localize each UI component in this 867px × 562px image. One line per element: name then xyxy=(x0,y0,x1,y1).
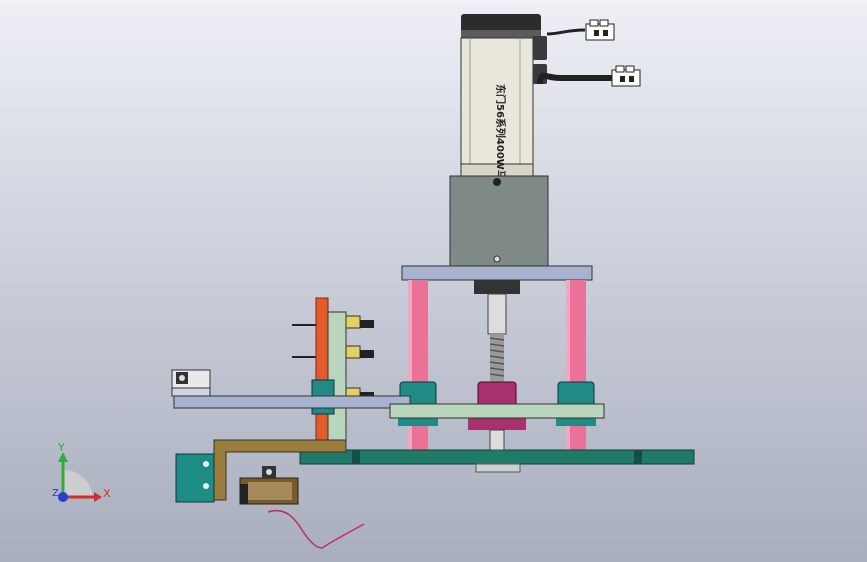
cad-viewport[interactable]: 东门56系列400W马达 Y X Z xyxy=(0,0,867,562)
lead-screw-nut-top[interactable] xyxy=(474,280,520,335)
vertical-green-plate[interactable] xyxy=(327,311,347,443)
middle-plate[interactable] xyxy=(389,403,605,419)
sensor-upper[interactable] xyxy=(345,315,374,329)
axis-label-y: Y xyxy=(58,441,65,454)
lead-screw[interactable] xyxy=(489,334,505,384)
orange-slider-bar[interactable] xyxy=(315,297,329,441)
axis-label-x: X xyxy=(103,487,111,500)
connector-lower[interactable] xyxy=(611,65,641,87)
motor-cable-lower xyxy=(537,72,612,85)
top-plate[interactable] xyxy=(401,265,593,281)
gearbox[interactable] xyxy=(449,175,549,267)
sensor-middle[interactable] xyxy=(345,345,374,359)
horizontal-arm[interactable] xyxy=(173,395,411,409)
motor-cap-band xyxy=(461,30,541,38)
motor-cable-upper xyxy=(546,28,586,36)
connector-upper[interactable] xyxy=(585,19,615,41)
gripper-clamp[interactable] xyxy=(239,466,299,505)
dangling-wire xyxy=(267,509,365,549)
base-plate[interactable] xyxy=(299,449,695,465)
cad-model-drawing[interactable]: 东门56系列400W马达 xyxy=(0,0,867,562)
motor-label: 东门56系列400W马达 xyxy=(494,84,507,190)
axis-label-z: Z xyxy=(52,488,59,499)
teal-mount-block[interactable] xyxy=(175,453,215,503)
coordinate-triad xyxy=(58,452,102,502)
end-clamp-block[interactable] xyxy=(171,369,211,397)
